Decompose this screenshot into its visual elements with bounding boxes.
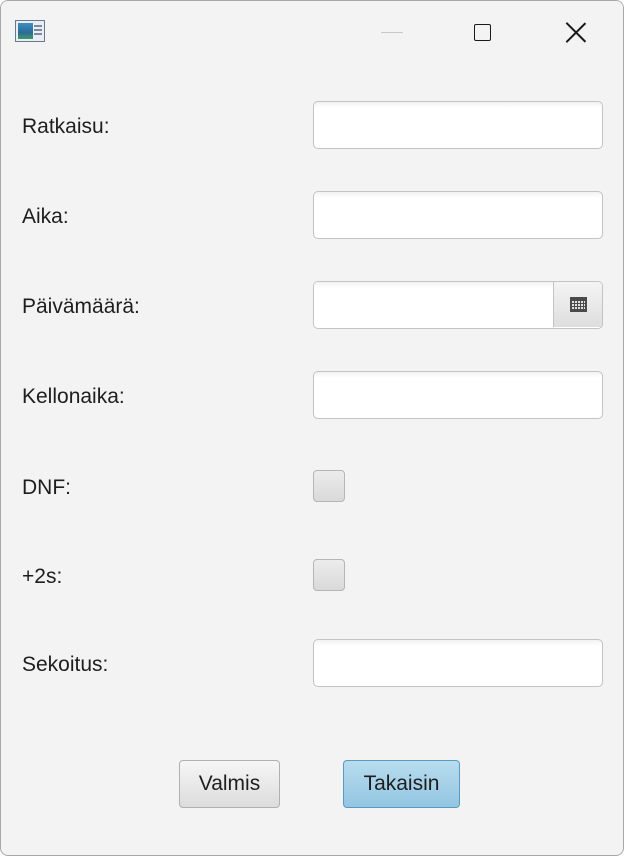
dnf-label: DNF: xyxy=(22,476,71,499)
maximize-button[interactable] xyxy=(437,1,527,63)
date-picker xyxy=(313,281,603,329)
dnf-checkbox[interactable] xyxy=(313,470,345,502)
kellonaika-input[interactable] xyxy=(313,371,603,419)
title-bar[interactable] xyxy=(1,1,623,63)
date-input[interactable] xyxy=(314,282,554,327)
app-window: Ratkaisu: Aika: Päivämäärä: Kellonaika: … xyxy=(0,0,624,856)
kellonaika-label: Kellonaika: xyxy=(22,385,125,408)
minimize-button[interactable] xyxy=(347,1,437,63)
app-icon xyxy=(15,20,45,42)
paivamaara-label: Päivämäärä: xyxy=(22,295,140,318)
ratkaisu-input[interactable] xyxy=(313,101,603,149)
sekoitus-input[interactable] xyxy=(313,639,603,687)
valmis-button[interactable]: Valmis xyxy=(179,760,280,808)
calendar-button[interactable] xyxy=(553,282,602,327)
plus2-checkbox[interactable] xyxy=(313,559,345,591)
sekoitus-label: Sekoitus: xyxy=(22,653,109,676)
calendar-icon xyxy=(569,297,587,312)
plus2-label: +2s: xyxy=(22,565,63,588)
maximize-icon xyxy=(473,23,491,41)
aika-label: Aika: xyxy=(22,205,69,228)
minimize-icon xyxy=(381,31,403,33)
close-icon xyxy=(565,21,587,43)
ratkaisu-label: Ratkaisu: xyxy=(22,115,110,138)
takaisin-button[interactable]: Takaisin xyxy=(343,760,460,808)
close-button[interactable] xyxy=(531,1,621,63)
aika-input[interactable] xyxy=(313,191,603,239)
